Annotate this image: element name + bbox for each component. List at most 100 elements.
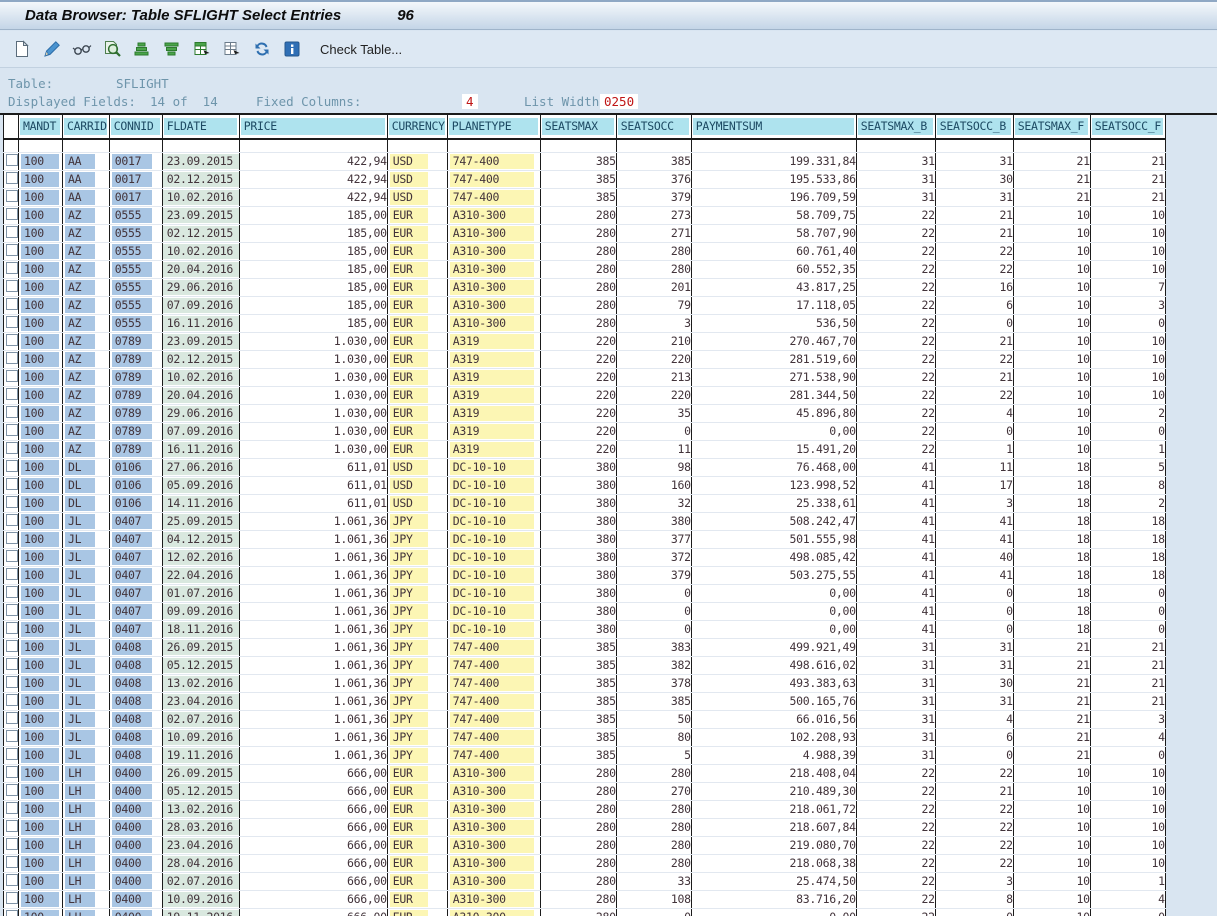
cell-seatsmax_f[interactable]: 10 bbox=[1012, 836, 1091, 855]
cell-currency[interactable]: JPY bbox=[386, 728, 448, 747]
cell-seatsocc_b[interactable]: 0 bbox=[934, 746, 1014, 765]
cell-carrid[interactable]: JL bbox=[62, 512, 110, 531]
cell-seatsmax_f[interactable]: 21 bbox=[1012, 656, 1091, 675]
cell-seatsmax_f[interactable]: 10 bbox=[1012, 278, 1091, 297]
cell-seatsmax_f[interactable]: 21 bbox=[1012, 152, 1091, 171]
cell-carrid[interactable]: JL bbox=[62, 620, 110, 639]
cell-connid[interactable]: 0407 bbox=[108, 530, 163, 549]
cell-seatsocc[interactable]: 280 bbox=[615, 800, 692, 819]
cell-seatsmax[interactable]: 380 bbox=[539, 602, 617, 621]
cell-seatsmax_b[interactable]: 41 bbox=[855, 476, 936, 495]
cell-seatsmax[interactable]: 280 bbox=[539, 854, 617, 873]
cell-seatsocc[interactable]: 376 bbox=[615, 170, 692, 189]
cell-fldate[interactable]: 05.12.2015 bbox=[161, 656, 240, 675]
cell-seatsmax_f[interactable]: 10 bbox=[1012, 404, 1091, 423]
cell-seatsmax[interactable]: 280 bbox=[539, 890, 617, 909]
cell-paymentsum[interactable]: 17.118,05 bbox=[690, 296, 857, 315]
cell-seatsocc_f[interactable]: 3 bbox=[1089, 710, 1166, 729]
cell-paymentsum[interactable]: 499.921,49 bbox=[690, 638, 857, 657]
cell-connid[interactable]: 0408 bbox=[108, 728, 163, 747]
cell-seatsmax[interactable]: 220 bbox=[539, 440, 617, 459]
cell-paymentsum[interactable]: 0,00 bbox=[690, 584, 857, 603]
cell-currency[interactable]: EUR bbox=[386, 890, 448, 909]
cell-planetype[interactable]: A310-300 bbox=[446, 206, 541, 225]
cell-seatsocc[interactable]: 201 bbox=[615, 278, 692, 297]
cell-seatsocc_b[interactable]: 4 bbox=[934, 404, 1014, 423]
cell-planetype[interactable]: A310-300 bbox=[446, 314, 541, 333]
cell-seatsmax[interactable]: 380 bbox=[539, 476, 617, 495]
cell-price[interactable]: 1.061,36 bbox=[238, 548, 388, 567]
cell-seatsmax_b[interactable]: 22 bbox=[855, 908, 936, 916]
cell-currency[interactable]: EUR bbox=[386, 836, 448, 855]
cell-connid[interactable]: 0408 bbox=[108, 674, 163, 693]
cell-planetype[interactable]: A310-300 bbox=[446, 782, 541, 801]
cell-planetype[interactable]: A310-300 bbox=[446, 908, 541, 916]
cell-planetype[interactable]: 747-400 bbox=[446, 188, 541, 207]
cell-price[interactable]: 422,94 bbox=[238, 170, 388, 189]
row-select-checkbox[interactable] bbox=[6, 910, 18, 916]
cell-seatsmax[interactable]: 385 bbox=[539, 638, 617, 657]
cell-currency[interactable]: EUR bbox=[386, 278, 448, 297]
cell-paymentsum[interactable]: 66.016,56 bbox=[690, 710, 857, 729]
cell-currency[interactable]: EUR bbox=[386, 224, 448, 243]
cell-mandt[interactable]: 100 bbox=[18, 458, 63, 477]
row-select-checkbox[interactable] bbox=[6, 550, 18, 562]
cell-seatsmax[interactable]: 280 bbox=[539, 908, 617, 916]
cell-seatsmax_f[interactable]: 10 bbox=[1012, 440, 1091, 459]
cell-connid[interactable]: 0017 bbox=[108, 170, 163, 189]
cell-paymentsum[interactable]: 536,50 bbox=[690, 314, 857, 333]
cell-fldate[interactable]: 16.11.2016 bbox=[161, 314, 240, 333]
cell-price[interactable]: 185,00 bbox=[238, 260, 388, 279]
cell-carrid[interactable]: JL bbox=[62, 566, 110, 585]
row-select-checkbox[interactable] bbox=[6, 802, 18, 814]
cell-planetype[interactable]: DC-10-10 bbox=[446, 602, 541, 621]
cell-paymentsum[interactable]: 0,00 bbox=[690, 422, 857, 441]
cell-seatsocc[interactable]: 0 bbox=[615, 602, 692, 621]
column-header-seatsmax_f[interactable]: SEATSMAX_F bbox=[1012, 113, 1091, 140]
cell-connid[interactable]: 0407 bbox=[108, 566, 163, 585]
cell-currency[interactable]: EUR bbox=[386, 386, 448, 405]
cell-seatsocc_f[interactable]: 21 bbox=[1089, 674, 1166, 693]
cell-seatsocc_b[interactable]: 21 bbox=[934, 782, 1014, 801]
cell-seatsmax_b[interactable]: 22 bbox=[855, 422, 936, 441]
cell-fldate[interactable]: 13.02.2016 bbox=[161, 674, 240, 693]
cell-seatsocc_f[interactable]: 21 bbox=[1089, 656, 1166, 675]
column-header-seatsmax_b[interactable]: SEATSMAX_B bbox=[855, 113, 936, 140]
cell-paymentsum[interactable]: 45.896,80 bbox=[690, 404, 857, 423]
cell-seatsocc[interactable]: 385 bbox=[615, 692, 692, 711]
cell-seatsmax_b[interactable]: 22 bbox=[855, 386, 936, 405]
cell-mandt[interactable]: 100 bbox=[18, 278, 63, 297]
sort-ascending-button[interactable] bbox=[130, 37, 154, 61]
cell-mandt[interactable]: 100 bbox=[18, 404, 63, 423]
cell-planetype[interactable]: A319 bbox=[446, 404, 541, 423]
cell-planetype[interactable]: 747-400 bbox=[446, 692, 541, 711]
cell-mandt[interactable]: 100 bbox=[18, 386, 63, 405]
cell-seatsocc_f[interactable]: 10 bbox=[1089, 332, 1166, 351]
cell-seatsmax_f[interactable]: 10 bbox=[1012, 422, 1091, 441]
cell-price[interactable]: 666,00 bbox=[238, 890, 388, 909]
cell-seatsmax_b[interactable]: 41 bbox=[855, 548, 936, 567]
cell-mandt[interactable]: 100 bbox=[18, 782, 63, 801]
cell-connid[interactable]: 0555 bbox=[108, 242, 163, 261]
cell-seatsmax[interactable]: 385 bbox=[539, 728, 617, 747]
cell-currency[interactable]: JPY bbox=[386, 674, 448, 693]
cell-carrid[interactable]: AA bbox=[62, 152, 110, 171]
column-header-planetype[interactable]: PLANETYPE bbox=[446, 113, 541, 140]
cell-currency[interactable]: EUR bbox=[386, 818, 448, 837]
cell-fldate[interactable]: 27.06.2016 bbox=[161, 458, 240, 477]
cell-seatsocc_f[interactable]: 10 bbox=[1089, 260, 1166, 279]
cell-paymentsum[interactable]: 15.491,20 bbox=[690, 440, 857, 459]
cell-carrid[interactable]: AZ bbox=[62, 440, 110, 459]
cell-seatsocc[interactable]: 280 bbox=[615, 242, 692, 261]
cell-seatsocc[interactable]: 35 bbox=[615, 404, 692, 423]
cell-seatsocc[interactable]: 377 bbox=[615, 530, 692, 549]
cell-seatsocc_f[interactable]: 10 bbox=[1089, 800, 1166, 819]
cell-seatsmax[interactable]: 220 bbox=[539, 368, 617, 387]
cell-price[interactable]: 666,00 bbox=[238, 800, 388, 819]
cell-seatsocc[interactable]: 210 bbox=[615, 332, 692, 351]
cell-currency[interactable]: EUR bbox=[386, 422, 448, 441]
cell-seatsocc_f[interactable]: 21 bbox=[1089, 692, 1166, 711]
cell-seatsocc_f[interactable]: 10 bbox=[1089, 854, 1166, 873]
cell-currency[interactable]: EUR bbox=[386, 908, 448, 916]
cell-currency[interactable]: EUR bbox=[386, 242, 448, 261]
